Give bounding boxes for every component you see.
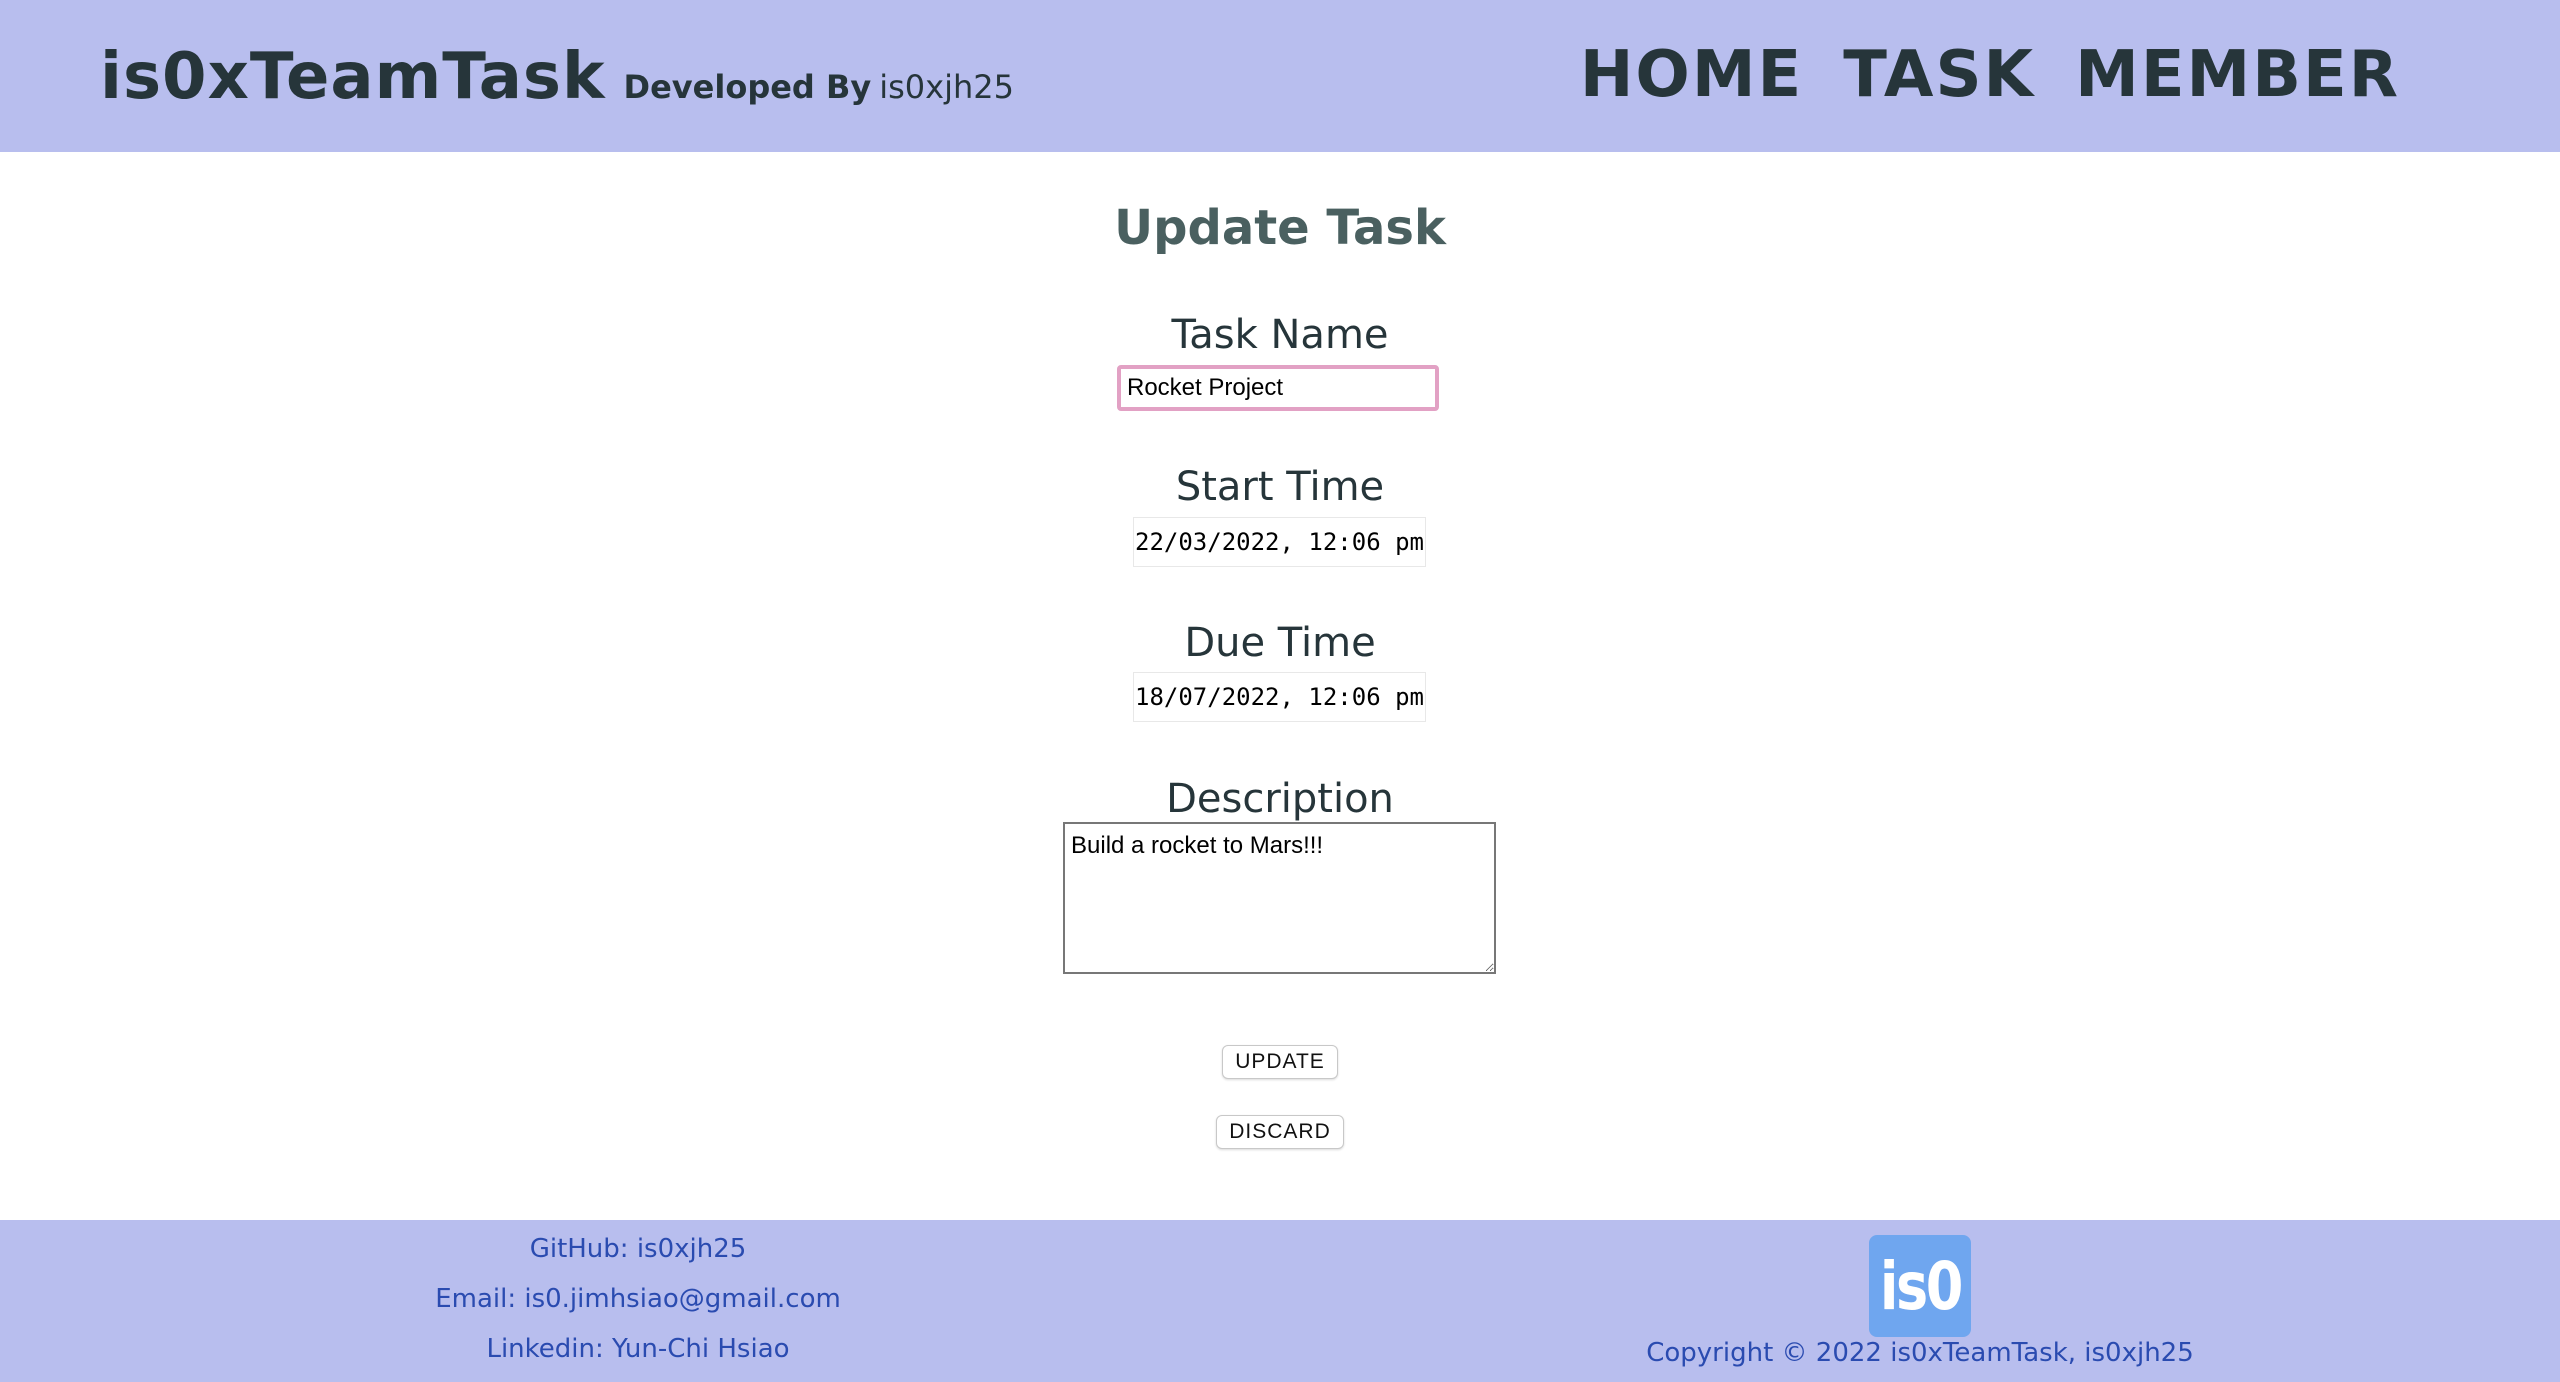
update-button[interactable]: UPDATE — [1222, 1045, 1338, 1079]
logo-text: is0 — [1879, 1247, 1963, 1325]
email-link[interactable]: Email: is0.jimhsiao@gmail.com — [435, 1284, 841, 1314]
start-time-input[interactable]: 22/03/2022, 12:06 pm — [1133, 517, 1426, 567]
github-link[interactable]: GitHub: is0xjh25 — [530, 1234, 747, 1264]
discard-button[interactable]: DISCARD — [1216, 1115, 1344, 1149]
due-time-input[interactable]: 18/07/2022, 12:06 pm — [1133, 672, 1426, 722]
due-time-label: Due Time — [1184, 620, 1376, 666]
description-textarea[interactable]: Build a rocket to Mars!!! — [1063, 822, 1496, 974]
app-title[interactable]: is0xTeamTask — [100, 40, 606, 114]
description-label: Description — [1166, 776, 1394, 822]
is0-logo: is0 — [1869, 1235, 1971, 1337]
nav-member-link[interactable]: MEMBER — [2075, 38, 2400, 112]
developer-name: is0xjh25 — [879, 68, 1014, 106]
nav-home-link[interactable]: HOME — [1580, 38, 1803, 112]
linkedin-link[interactable]: Linkedin: Yun-Chi Hsiao — [486, 1334, 789, 1364]
top-header: is0xTeamTask Developed By is0xjh25 HOME TA… — [0, 0, 2560, 152]
brand: is0xTeamTask Developed By is0xjh25 — [100, 40, 1014, 114]
developed-by-label: Developed By — [623, 68, 872, 106]
footer: GitHub: is0xjh25 Email: is0.jimhsiao@gma… — [0, 1220, 2560, 1382]
task-name-label: Task Name — [1171, 312, 1389, 358]
update-task-form: Update Task Task Name Start Time 22/03/2… — [0, 152, 2560, 1220]
main-nav: HOME TASK MEMBER — [1580, 38, 2400, 112]
copyright-text: Copyright © 2022 is0xTeamTask, is0xjh25 — [1646, 1338, 2194, 1368]
start-time-label: Start Time — [1175, 464, 1385, 510]
task-name-input[interactable] — [1117, 365, 1439, 411]
nav-task-link[interactable]: TASK — [1843, 38, 2035, 112]
page-title: Update Task — [1114, 200, 1446, 256]
